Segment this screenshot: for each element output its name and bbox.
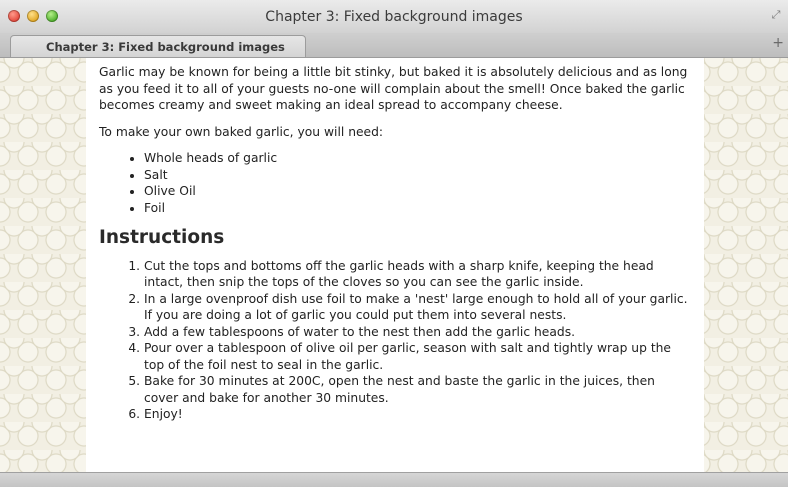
tab-chapter-3[interactable]: Chapter 3: Fixed background images [10, 35, 306, 57]
tab-bar: Chapter 3: Fixed background images + [0, 33, 788, 58]
page-viewport[interactable]: Garlic may be known for being a little b… [0, 58, 788, 472]
need-paragraph: To make your own baked garlic, you will … [99, 124, 384, 139]
instructions-heading: Instructions [99, 227, 225, 248]
title-bar: Chapter 3: Fixed background images ⤢ [0, 0, 788, 34]
window-title: Chapter 3: Fixed background images [265, 9, 523, 25]
list-item: In a large ovenproof dish use foil to ma… [144, 291, 690, 324]
steps-list: Cut the tops and bottoms off the garlic … [99, 258, 704, 423]
list-item: Foil [144, 200, 704, 217]
list-item: Salt [144, 167, 704, 184]
list-item: Add a few tablespoons of water to the ne… [144, 324, 690, 341]
status-bar [0, 472, 788, 487]
list-item: Cut the tops and bottoms off the garlic … [144, 258, 690, 291]
list-item: Whole heads of garlic [144, 150, 704, 167]
tab-label: Chapter 3: Fixed background images [46, 40, 285, 54]
list-item: Bake for 30 minutes at 200C, open the ne… [144, 373, 690, 406]
intro-paragraph: Garlic may be known for being a little b… [99, 65, 688, 112]
list-item: Enjoy! [144, 406, 690, 423]
ingredients-list: Whole heads of garlic Salt Olive Oil Foi… [99, 150, 704, 216]
new-tab-button[interactable]: + [772, 35, 784, 51]
list-item: Pour over a tablespoon of olive oil per … [144, 340, 690, 373]
list-item: Olive Oil [144, 183, 704, 200]
article-content: Garlic may be known for being a little b… [86, 58, 704, 472]
fullscreen-icon[interactable]: ⤢ [770, 9, 782, 21]
